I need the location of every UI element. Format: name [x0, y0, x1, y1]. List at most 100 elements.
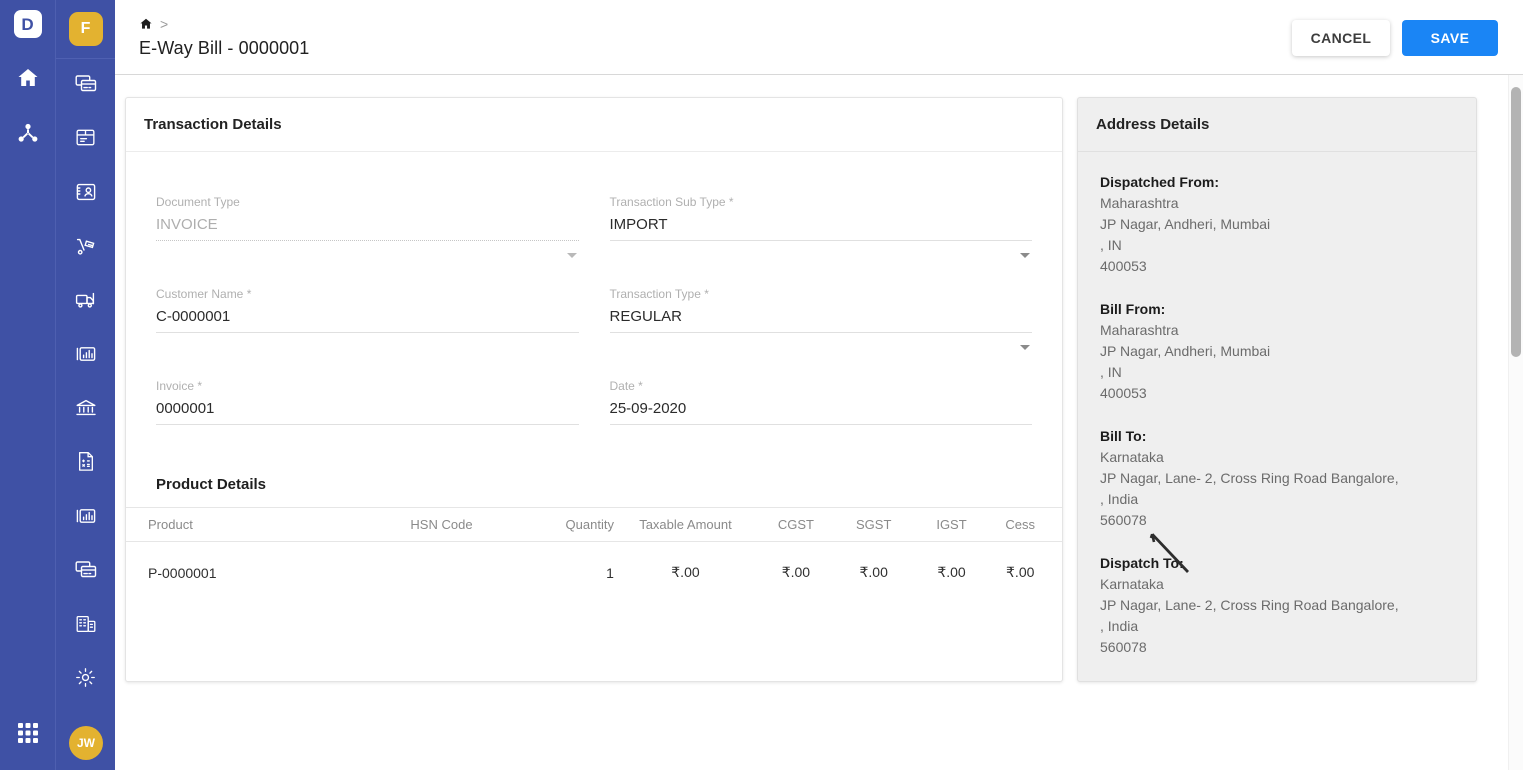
- product-details-table: Product HSN Code Quantity Taxable Amount…: [126, 507, 1062, 581]
- gear-icon: [74, 666, 97, 694]
- module-nav-rail: F JW: [55, 0, 116, 770]
- form-board: Transaction Details Document Type INVOIC…: [115, 75, 1523, 770]
- address-block-title: Dispatch To:: [1100, 555, 1184, 571]
- home-icon[interactable]: [16, 66, 40, 95]
- address-line: JP Nagar, Andheri, Mumbai: [1100, 216, 1271, 232]
- table-row[interactable]: P-0000001 1 ₹.00 ₹.00 ₹.00 ₹.00 ₹.00: [126, 542, 1062, 582]
- sidebar-item-reports[interactable]: [56, 329, 116, 383]
- cards-icon: [74, 73, 98, 100]
- box-icon: [74, 126, 97, 154]
- field-invoice[interactable]: Invoice * 0000001: [156, 362, 579, 454]
- header-actions: CANCEL SAVE: [1292, 20, 1498, 56]
- column-header-product: Product: [126, 507, 370, 542]
- chevron-down-icon[interactable]: [1020, 253, 1030, 258]
- table-header-row: Product HSN Code Quantity Taxable Amount…: [126, 507, 1062, 542]
- field-date[interactable]: Date * 25-09-2020: [609, 362, 1032, 454]
- cards-icon: [74, 559, 98, 586]
- save-button[interactable]: SAVE: [1402, 20, 1498, 56]
- field-value: 0000001: [156, 400, 215, 417]
- field-underline: [156, 332, 579, 333]
- transaction-form: Document Type INVOICE Transaction Sub Ty…: [126, 152, 1062, 454]
- bar-chart-icon: [74, 505, 98, 532]
- address-line: Karnataka: [1100, 576, 1164, 592]
- address-line: JP Nagar, Lane- 2, Cross Ring Road Banga…: [1100, 470, 1399, 486]
- apps-grid-icon[interactable]: [0, 722, 55, 744]
- cell-hsn-code: [370, 542, 513, 582]
- page-scrollbar-thumb[interactable]: [1511, 87, 1521, 357]
- field-document-type[interactable]: Document Type INVOICE: [156, 178, 579, 270]
- transaction-details-card: Transaction Details Document Type INVOIC…: [125, 97, 1063, 682]
- sidebar-item-analytics[interactable]: [56, 491, 116, 545]
- column-header-cess: Cess: [990, 507, 1062, 542]
- address-block-bill-to: Bill To: Karnataka JP Nagar, Lane- 2, Cr…: [1100, 426, 1454, 531]
- breadcrumb-separator: >: [160, 16, 169, 32]
- cell-sgst: ₹.00: [859, 564, 888, 580]
- product-details-title: Product Details: [156, 476, 267, 493]
- cell-taxable-amount: ₹.00: [671, 564, 700, 580]
- sidebar-item-payments[interactable]: [56, 545, 116, 599]
- content-area: > E-Way Bill - 0000001 CANCEL SAVE Trans…: [115, 0, 1523, 770]
- address-block-dispatch-to: Dispatch To: Karnataka JP Nagar, Lane- 2…: [1100, 553, 1454, 658]
- sidebar-item-inventory[interactable]: [56, 113, 116, 167]
- address-line: , India: [1100, 491, 1139, 507]
- address-line: 560078: [1100, 512, 1147, 528]
- breadcrumb: >: [139, 16, 168, 32]
- column-header-igst: IGST: [912, 507, 991, 542]
- user-avatar[interactable]: JW: [69, 726, 103, 760]
- user-avatar-initials: JW: [77, 736, 95, 750]
- address-list: Dispatched From: Maharashtra JP Nagar, A…: [1078, 152, 1476, 658]
- table-body: P-0000001 1 ₹.00 ₹.00 ₹.00 ₹.00 ₹.00: [126, 542, 1062, 582]
- field-value: REGULAR: [609, 308, 683, 325]
- address-line: Maharashtra: [1100, 322, 1179, 338]
- cell-product: P-0000001: [148, 564, 217, 581]
- sidebar-item-accounting[interactable]: [56, 437, 116, 491]
- cancel-button[interactable]: CANCEL: [1292, 20, 1390, 56]
- home-icon[interactable]: [139, 17, 153, 31]
- field-value: 25-09-2020: [609, 400, 687, 417]
- calculator-document-icon: [75, 450, 97, 478]
- truck-icon: [74, 289, 98, 316]
- module-nav-list: [56, 59, 116, 707]
- field-value: INVOICE: [156, 216, 218, 233]
- sidebar-item-dispatch[interactable]: [56, 221, 116, 275]
- sidebar-item-delivery[interactable]: [56, 275, 116, 329]
- workspace-avatar[interactable]: F: [68, 12, 103, 46]
- sitemap-icon[interactable]: [16, 121, 40, 150]
- sidebar-item-contacts[interactable]: [56, 167, 116, 221]
- page-scrollbar-track[interactable]: [1508, 75, 1523, 770]
- sidebar-item-settings[interactable]: [56, 653, 116, 707]
- address-line: 400053: [1100, 258, 1147, 274]
- cell-cgst: ₹.00: [781, 564, 811, 580]
- field-label: Transaction Type *: [609, 287, 709, 301]
- cell-quantity: 1: [606, 564, 614, 581]
- table-header: Product HSN Code Quantity Taxable Amount…: [126, 507, 1062, 542]
- sidebar-item-billing[interactable]: [56, 59, 116, 113]
- field-value: IMPORT: [609, 216, 668, 233]
- address-line: , IN: [1100, 364, 1122, 380]
- field-label: Date *: [609, 379, 643, 393]
- sidebar-item-company[interactable]: [56, 599, 116, 653]
- column-header-taxable-amount: Taxable Amount: [613, 507, 757, 542]
- field-customer-name[interactable]: Customer Name * C-0000001: [156, 270, 579, 362]
- address-block-bill-from: Bill From: Maharashtra JP Nagar, Andheri…: [1100, 299, 1454, 404]
- field-underline: [609, 240, 1032, 241]
- address-line: JP Nagar, Lane- 2, Cross Ring Road Banga…: [1100, 597, 1399, 613]
- contact-card-icon: [74, 181, 98, 208]
- sidebar-item-banking[interactable]: [56, 383, 116, 437]
- column-header-hsn-code: HSN Code: [369, 507, 513, 542]
- field-underline: [609, 424, 1032, 425]
- page-header: > E-Way Bill - 0000001 CANCEL SAVE: [115, 0, 1523, 75]
- app-logo-letter: D: [21, 14, 34, 34]
- chevron-down-icon[interactable]: [1020, 345, 1030, 350]
- bar-chart-icon: [74, 343, 98, 370]
- field-transaction-type[interactable]: Transaction Type * REGULAR: [609, 270, 1032, 362]
- address-details-card: Address Details Dispatched From: Maharas…: [1077, 97, 1477, 682]
- app-logo[interactable]: D: [13, 10, 42, 38]
- field-label: Invoice *: [156, 379, 203, 393]
- workspace-avatar-letter: F: [80, 20, 91, 37]
- field-transaction-sub-type[interactable]: Transaction Sub Type * IMPORT: [609, 178, 1032, 270]
- column-header-quantity: Quantity: [513, 507, 614, 542]
- address-line: Maharashtra: [1100, 195, 1179, 211]
- transaction-details-title: Transaction Details: [126, 98, 1062, 152]
- chevron-down-icon[interactable]: [566, 253, 577, 258]
